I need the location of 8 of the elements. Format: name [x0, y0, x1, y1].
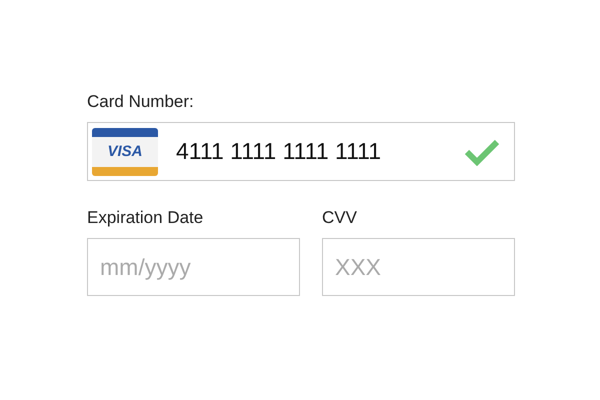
expiration-date-field[interactable]: mm/yyyy: [87, 238, 300, 296]
cvv-field[interactable]: XXX: [322, 238, 515, 296]
card-brand-logo: VISA: [92, 128, 158, 176]
card-number-input[interactable]: 4111 1111 1111 1111: [176, 138, 464, 165]
expiration-date-label: Expiration Date: [87, 208, 204, 228]
card-number-label: Card Number:: [87, 92, 194, 112]
card-number-field[interactable]: VISA 4111 1111 1111 1111: [87, 122, 515, 181]
cvv-label: CVV: [322, 208, 357, 228]
